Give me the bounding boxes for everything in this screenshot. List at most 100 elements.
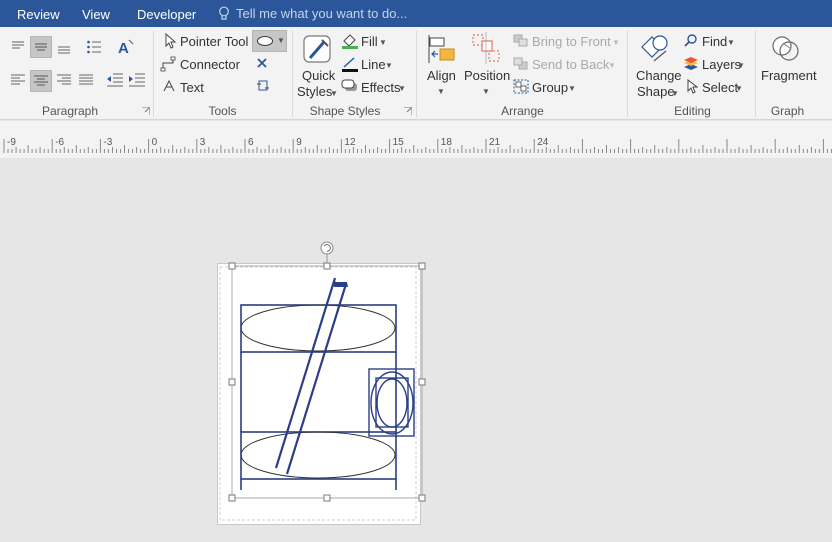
shape-styles-launcher-icon[interactable] (404, 107, 412, 115)
bullets-icon[interactable] (86, 39, 102, 55)
effects-button[interactable]: Effects (361, 80, 401, 95)
chevron-down-icon: ▼ (277, 36, 285, 45)
lower-ellipse[interactable] (240, 431, 396, 479)
send-to-back-icon (513, 57, 528, 70)
quick-styles-icon[interactable] (302, 34, 334, 66)
ribbon: A Paragraph Pointer Tool ▼ Connector Tex… (0, 27, 832, 120)
paragraph-launcher-icon[interactable] (142, 107, 150, 115)
line-button[interactable]: Line (361, 57, 386, 72)
align-top-icon[interactable] (10, 39, 26, 53)
chevron-down-icon: ▼ (608, 61, 616, 70)
chevron-down-icon: ▼ (612, 38, 620, 47)
graph-group-label: Graph (770, 104, 805, 118)
position-icon[interactable] (470, 32, 502, 64)
chevron-down-icon: ▼ (568, 84, 576, 93)
quick-styles-label-1[interactable]: Quick (302, 68, 335, 83)
ruler-label: 9 (296, 137, 302, 148)
position-button[interactable]: Position (464, 68, 510, 83)
shape-styles-group-label: Shape Styles (309, 104, 381, 118)
layers-icon[interactable] (683, 56, 699, 72)
chevron-down-icon: ▼ (398, 84, 406, 93)
effects-icon[interactable] (341, 79, 359, 93)
handle-ellipse-inner[interactable] (376, 378, 408, 428)
text-effects-icon[interactable]: A (117, 38, 135, 56)
change-shape-label-1[interactable]: Change (636, 68, 682, 83)
find-button[interactable]: Find (702, 34, 727, 49)
chevron-down-icon: ▼ (437, 87, 445, 96)
connector-button[interactable]: Connector (180, 57, 240, 72)
group-icon[interactable] (513, 79, 529, 94)
align-middle-icon (35, 43, 47, 51)
ruler-label: 24 (537, 137, 549, 148)
chevron-down-icon: ▼ (737, 61, 745, 70)
tab-developer[interactable]: Developer (137, 7, 196, 22)
ruler-label: -3 (103, 137, 113, 148)
pointer-tool-icon[interactable] (163, 33, 177, 49)
fill-icon[interactable] (341, 33, 359, 49)
change-shape-label-2[interactable]: Shape (637, 84, 675, 99)
group-button[interactable]: Group (532, 80, 568, 95)
find-icon[interactable] (684, 34, 698, 48)
straw-cap[interactable] (333, 280, 348, 287)
tab-view[interactable]: View (82, 7, 110, 22)
chevron-down-icon: ▼ (379, 38, 387, 47)
ruler-label: 6 (248, 137, 254, 148)
chevron-down-icon: ▼ (727, 38, 735, 47)
text-tool-icon[interactable] (163, 80, 175, 92)
editing-group-label: Editing (674, 104, 711, 118)
line-icon[interactable] (341, 56, 359, 72)
align-left-icon[interactable] (10, 73, 26, 87)
connection-point-icon[interactable] (255, 78, 271, 94)
upper-ellipse[interactable] (240, 304, 396, 352)
pointer-tool-button[interactable]: Pointer Tool (180, 34, 248, 49)
send-to-back-button[interactable]: Send to Back (532, 57, 609, 72)
arrange-group-label: Arrange (501, 104, 544, 118)
fragment-button[interactable]: Fragment (761, 68, 817, 83)
tools-group-label: Tools (208, 104, 237, 118)
bring-to-front-button[interactable]: Bring to Front (532, 34, 611, 49)
select-button[interactable]: Select (702, 80, 738, 95)
chevron-down-icon: ▼ (735, 84, 743, 93)
tell-me-search[interactable]: Tell me what you want to do... (218, 6, 407, 21)
separator (153, 31, 154, 117)
separator (627, 31, 628, 117)
fragment-icon[interactable] (771, 34, 801, 64)
connector-icon[interactable] (160, 56, 176, 72)
close-icon[interactable] (256, 57, 268, 69)
shape-picker-dropdown[interactable]: ▼ (252, 30, 287, 52)
decrease-indent-icon[interactable] (106, 72, 124, 88)
bring-to-front-icon (513, 34, 528, 47)
horizontal-ruler: -9 -6 -3 0 3 6 9 12 15 18 21 24 (0, 121, 832, 158)
align-right-icon[interactable] (56, 73, 72, 87)
quick-styles-label-2[interactable]: Styles (297, 84, 332, 99)
ruler-label: -9 (7, 137, 16, 148)
layers-button[interactable]: Layers (702, 57, 741, 72)
separator (292, 31, 293, 117)
drawing-shapes[interactable] (0, 158, 832, 542)
align-button[interactable]: Align (427, 68, 456, 83)
ruler-ticks (3, 139, 832, 153)
align-objects-icon[interactable] (426, 33, 456, 65)
straw-right-line[interactable] (285, 283, 348, 475)
ruler-label: 18 (440, 137, 452, 148)
select-pointer-icon[interactable] (686, 79, 698, 94)
chevron-down-icon: ▼ (330, 89, 338, 98)
drawing-canvas[interactable] (0, 158, 832, 542)
align-center-icon (34, 75, 48, 86)
fill-button[interactable]: Fill (361, 34, 378, 49)
change-shape-icon[interactable] (640, 33, 672, 65)
increase-indent-icon[interactable] (128, 72, 146, 88)
justify-icon[interactable] (78, 73, 94, 87)
ruler-label: 12 (344, 137, 356, 148)
text-button[interactable]: Text (180, 80, 204, 95)
align-middle-button[interactable] (30, 36, 52, 58)
tell-me-placeholder: Tell me what you want to do... (236, 6, 408, 21)
straw-left-line[interactable] (274, 277, 337, 469)
lightbulb-icon (219, 6, 229, 20)
align-bottom-icon[interactable] (56, 39, 72, 55)
ribbon-tab-bar: Review View Developer Tell me what you w… (0, 0, 832, 27)
tab-review[interactable]: Review (17, 7, 60, 22)
separator (416, 31, 417, 117)
rotation-handle[interactable] (320, 241, 334, 266)
align-center-button[interactable] (30, 70, 52, 92)
